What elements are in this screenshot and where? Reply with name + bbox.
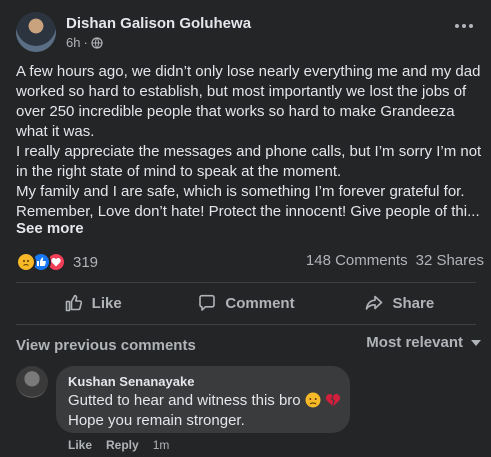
comment-button[interactable]: Comment bbox=[169, 285, 322, 321]
post-text-line: over 250 incredible people that works so… bbox=[16, 103, 455, 120]
reaction-count: 319 bbox=[73, 253, 99, 271]
post-body: A few hours ago, we didn’t only lose nea… bbox=[16, 62, 486, 222]
post-header: Dishan Galison Goluhewa 6h · bbox=[16, 12, 476, 56]
meta-separator: · bbox=[83, 35, 88, 50]
post-time[interactable]: 6h bbox=[66, 35, 80, 50]
reactions-summary[interactable]: 319 bbox=[16, 252, 98, 272]
post-actions: Like Comment Share bbox=[16, 285, 476, 321]
post-card: Dishan Galison Goluhewa 6h · A few hours… bbox=[0, 0, 491, 457]
post-stats: 319 148 Comments 32 Shares bbox=[16, 252, 484, 274]
sort-label: Most relevant bbox=[366, 334, 463, 351]
like-label: Like bbox=[91, 294, 122, 312]
post-text-line: My family and I are safe, which is somet… bbox=[16, 183, 465, 200]
comments-count[interactable]: 148 Comments bbox=[306, 252, 408, 269]
globe-icon[interactable] bbox=[91, 36, 103, 49]
post-text-line: I really appreciate the messages and pho… bbox=[16, 143, 482, 160]
comment-like-button[interactable]: Like bbox=[68, 438, 92, 452]
like-button[interactable]: Like bbox=[16, 285, 169, 321]
commenter-avatar[interactable] bbox=[16, 366, 48, 398]
comment-time[interactable]: 1m bbox=[153, 438, 170, 452]
engagement-counts: 148 Comments 32 Shares bbox=[306, 252, 484, 269]
comment-actions: Like Reply 1m bbox=[68, 438, 169, 452]
divider bbox=[16, 282, 476, 283]
divider bbox=[16, 324, 476, 325]
post-text-line: in the right state of mind to speak at t… bbox=[16, 163, 342, 180]
comment-text-line: Gutted to hear and witness this bro bbox=[68, 391, 341, 411]
share-arrow-icon bbox=[366, 295, 383, 310]
author-avatar[interactable] bbox=[16, 12, 56, 52]
caret-down-icon bbox=[471, 339, 481, 346]
comment-line-1: Gutted to hear and witness this bro bbox=[68, 392, 301, 409]
comment-label: Comment bbox=[225, 294, 295, 312]
comment-bubble-icon bbox=[199, 294, 216, 311]
disappointed-face-emoji bbox=[305, 392, 321, 408]
post-meta: 6h · bbox=[66, 35, 103, 50]
sort-comments-dropdown[interactable]: Most relevant bbox=[366, 334, 481, 351]
sad-reaction-icon bbox=[16, 252, 36, 272]
broken-heart-emoji bbox=[325, 394, 341, 407]
comment-bubble: Kushan Senanayake Gutted to hear and wit… bbox=[56, 366, 350, 433]
post-text-line: Remember, Love don’t hate! Protect the i… bbox=[16, 203, 480, 220]
share-button[interactable]: Share bbox=[323, 285, 476, 321]
share-label: Share bbox=[392, 294, 435, 312]
commenter-name[interactable]: Kushan Senanayake bbox=[68, 374, 338, 389]
post-text-line: what it was. bbox=[16, 123, 95, 140]
view-previous-comments-link[interactable]: View previous comments bbox=[16, 337, 196, 354]
post-text-line: A few hours ago, we didn’t only lose nea… bbox=[16, 63, 481, 80]
more-horizontal-icon[interactable] bbox=[452, 20, 476, 32]
comment-reply-button[interactable]: Reply bbox=[106, 438, 139, 452]
thumbs-up-icon bbox=[65, 294, 82, 312]
post-text-line: worked so hard to establish, but most im… bbox=[16, 83, 467, 100]
see-more-link[interactable]: See more bbox=[16, 220, 84, 237]
comment-line-2: Hope you remain stronger. bbox=[68, 412, 245, 429]
author-name[interactable]: Dishan Galison Goluhewa bbox=[66, 15, 251, 32]
shares-count[interactable]: 32 Shares bbox=[416, 252, 484, 269]
